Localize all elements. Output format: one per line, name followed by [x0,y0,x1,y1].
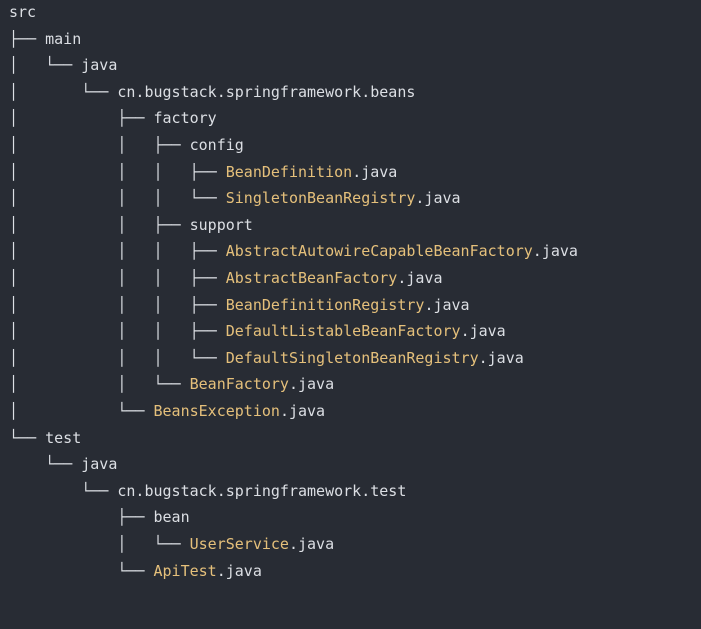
tree-branch-lines: │ │ │ ├── [9,162,226,181]
file-class-name: AbstractBeanFactory [225,269,398,287]
tree-branch-lines: │ └── [9,82,118,101]
tree-folder-row: └── cn.bugstack.springframework.test [9,479,406,503]
tree-file-row: └── ApiTest.java [9,559,262,583]
folder-name: factory [153,109,217,128]
file-extension: .java [279,402,326,420]
tree-branch-lines: └── [9,455,82,474]
tree-file-row: │ │ │ ├── AbstractAutowireCapableBeanFac… [9,239,578,263]
file-class-name: BeansException [153,402,280,420]
file-class-name: DefaultListableBeanFactory [225,322,461,341]
tree-branch-lines: │ │ │ ├── [9,322,226,341]
folder-name: cn.bugstack.springframework.test [117,481,407,500]
tree-branch-lines: └── [9,481,118,500]
file-class-name: AbstractAutowireCapableBeanFactory [225,242,533,261]
tree-branch-lines: │ └── [9,535,190,553]
tree-branch-lines: │ │ │ └── [9,189,226,208]
file-tree: src ├── main │ └── java │ └── cn.bugstack.s… [0,0,701,629]
tree-folder-row: └── java [9,452,117,476]
file-class-name: BeanDefinition [225,162,353,181]
tree-branch-lines: └── [9,428,46,447]
tree-file-row: │ │ │ ├── AbstractBeanFactory.java [9,266,443,290]
tree-branch-lines: │ │ │ ├── [9,269,226,287]
tree-branch-lines: │ │ ├── [9,136,190,154]
tree-folder-row: src [9,0,36,24]
tree-folder-row: ├── main [9,27,81,51]
file-class-name: ApiTest [153,561,217,580]
tree-file-row: │ │ │ ├── DefaultListableBeanFactory.jav… [9,319,506,343]
folder-name: config [189,136,244,154]
tree-file-row: │ │ │ └── SingletonBeanRegistry.java [9,186,461,210]
folder-name: test [45,428,82,447]
file-extension: .java [532,242,578,261]
folder-name: java [81,455,118,474]
tree-folder-row: ├── bean [9,505,190,529]
tree-folder-row: │ │ ├── config [9,133,244,157]
file-class-name: UserService [189,535,289,553]
tree-branch-lines: ├── [9,508,154,527]
tree-file-row: │ └── BeansException.java [9,399,325,423]
folder-name: support [189,215,253,234]
tree-folder-row: │ │ ├── support [9,213,253,237]
file-class-name: BeanFactory [189,375,289,394]
tree-branch-lines: └── [9,561,154,580]
folder-name: java [81,56,118,75]
file-class-name: BeanDefinitionRegistry [225,295,425,314]
tree-branch-lines: ├── [9,29,46,48]
file-extension: .java [352,162,398,181]
tree-branch-lines: │ │ │ ├── [9,295,226,314]
tree-folder-row: └── test [9,426,81,450]
file-extension: .java [397,269,443,287]
tree-branch-lines: │ ├── [9,109,154,128]
tree-branch-lines: │ │ │ └── [9,348,226,367]
tree-file-row: │ │ └── BeanFactory.java [9,372,334,396]
tree-branch-lines: │ │ └── [9,375,190,394]
file-extension: .java [288,535,335,553]
file-extension: .java [216,561,262,580]
tree-folder-row: │ └── java [9,53,117,77]
tree-folder-row: │ ├── factory [9,106,217,130]
file-extension: .java [288,375,335,394]
tree-branch-lines: │ │ ├── [9,215,190,234]
tree-file-row: │ │ │ ├── BeanDefinition.java [9,160,397,184]
file-extension: .java [415,189,461,208]
tree-folder-row: │ └── cn.bugstack.springframework.beans [9,80,415,104]
tree-branch-lines: │ └── [9,56,82,75]
tree-file-row: │ └── UserService.java [9,532,334,556]
folder-name: main [45,29,82,48]
file-extension: .java [424,295,470,314]
file-extension: .java [478,348,524,367]
tree-branch-lines: │ └── [9,402,154,420]
folder-name: bean [153,508,190,527]
tree-branch-lines: │ │ │ ├── [9,242,226,261]
tree-file-row: │ │ │ └── DefaultSingletonBeanRegistry.j… [9,346,524,370]
file-class-name: DefaultSingletonBeanRegistry [225,348,479,367]
file-extension: .java [460,322,506,341]
file-class-name: SingletonBeanRegistry [225,189,416,208]
folder-name: src [9,3,37,21]
tree-file-row: │ │ │ ├── BeanDefinitionRegistry.java [9,293,470,317]
folder-name: cn.bugstack.springframework.beans [117,82,416,101]
